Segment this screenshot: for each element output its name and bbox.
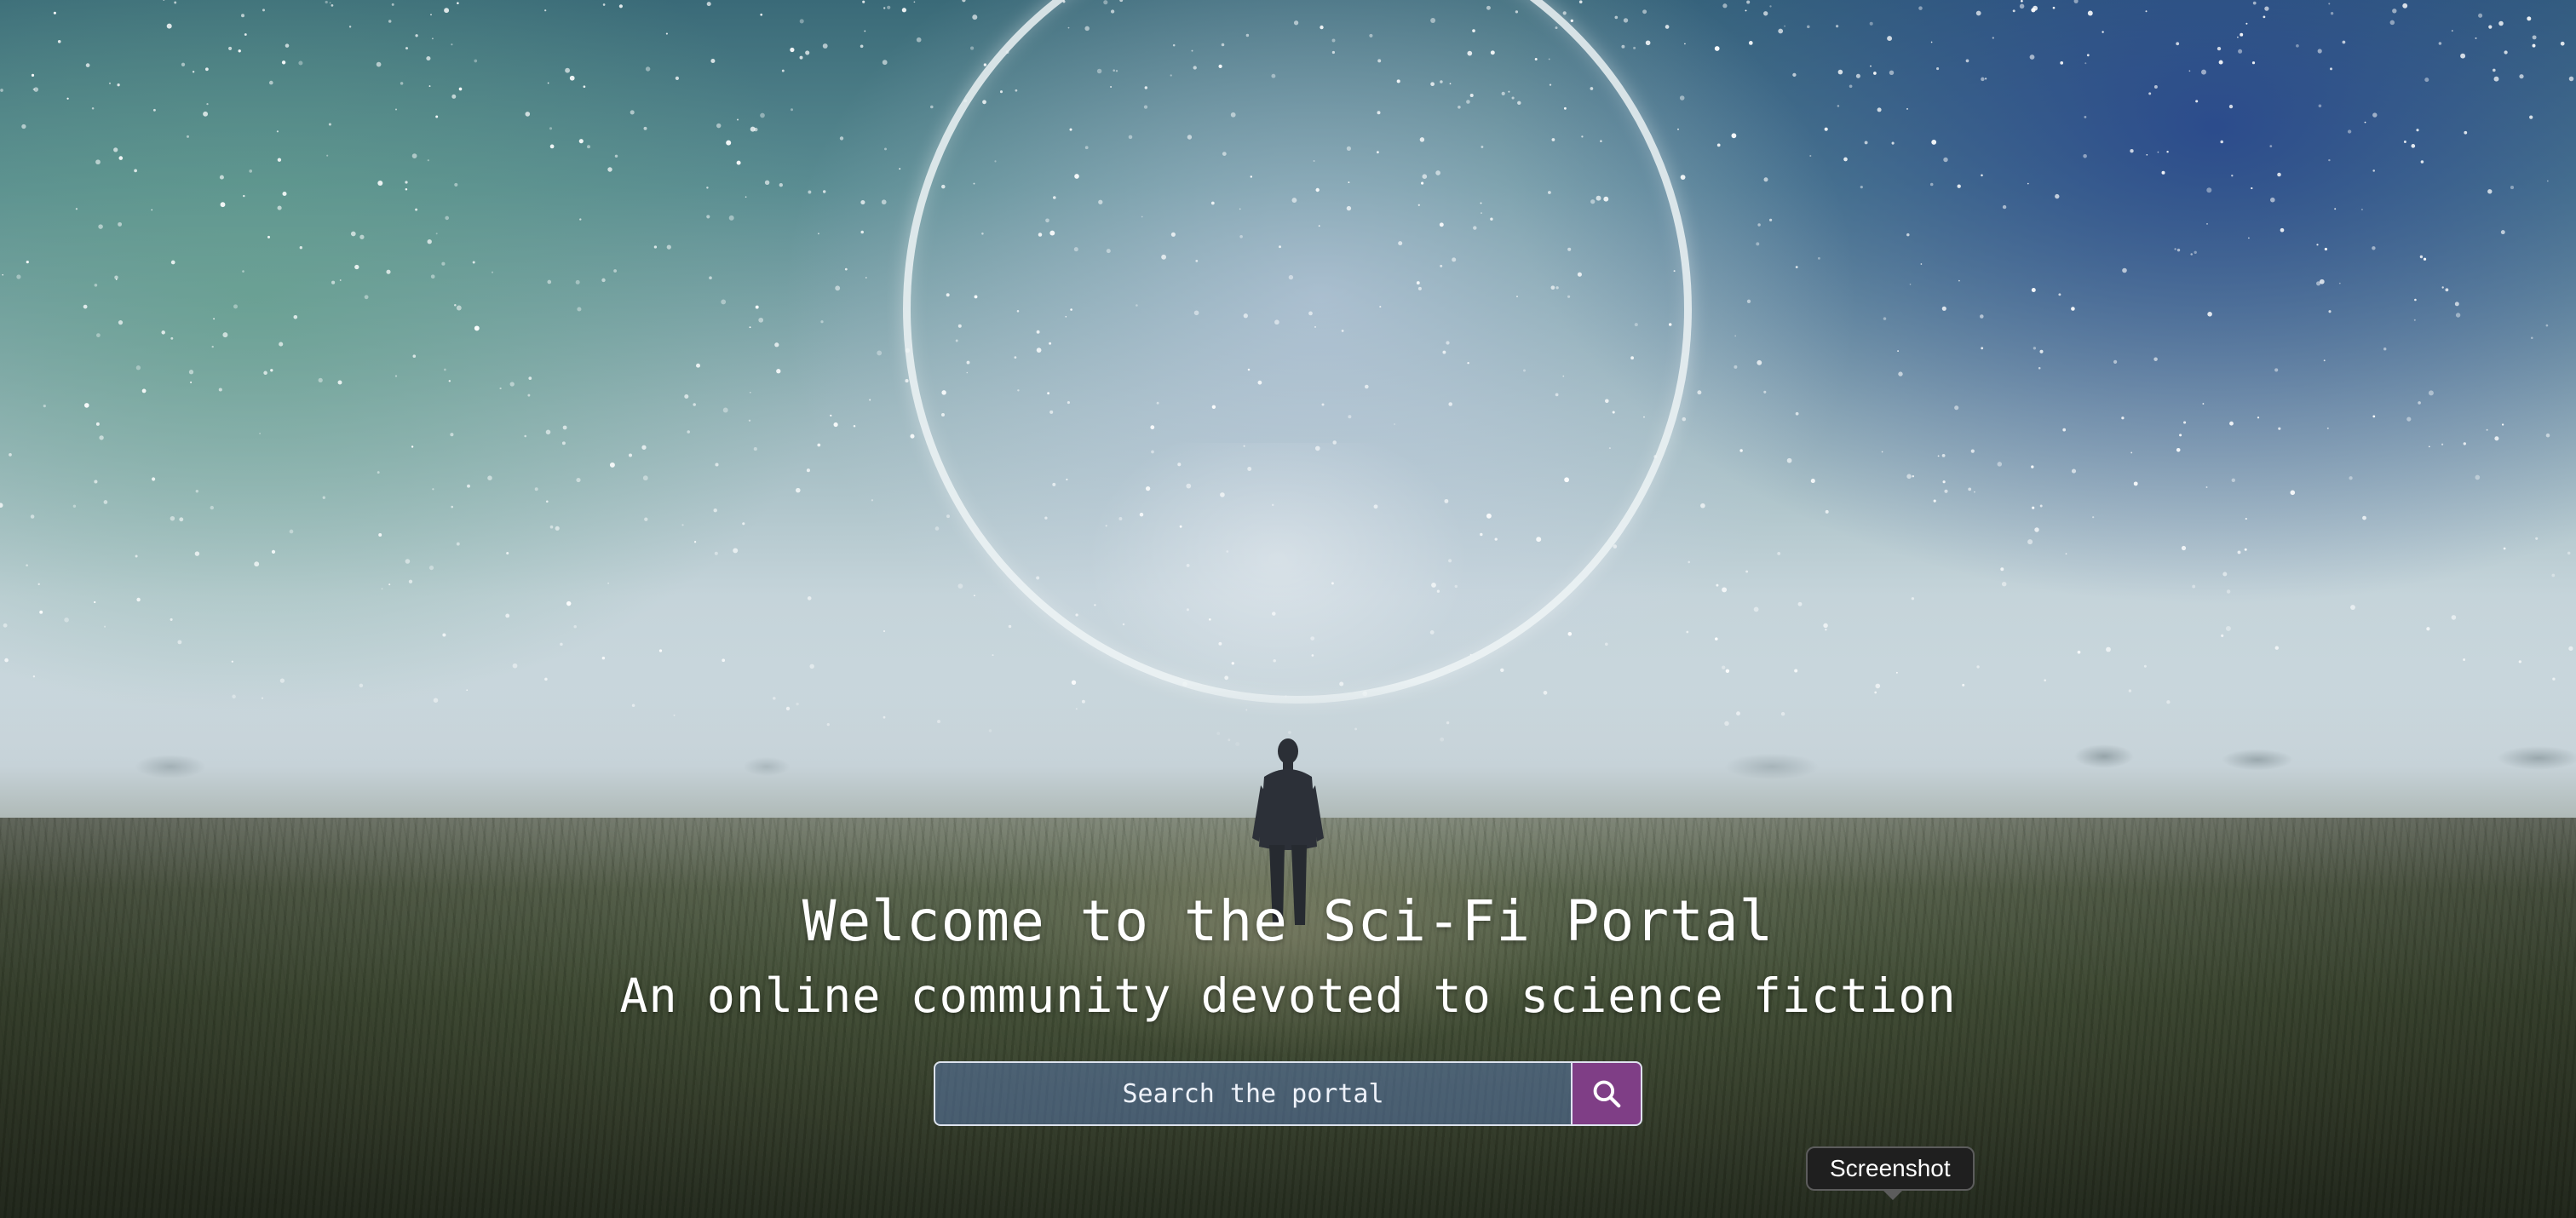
search-button[interactable]: [1571, 1061, 1642, 1126]
search-icon: [1593, 1080, 1621, 1108]
page-title: Welcome to the Sci-Fi Portal: [802, 888, 1774, 954]
search-input[interactable]: [934, 1061, 1571, 1126]
hero-content: Welcome to the Sci-Fi Portal An online c…: [0, 881, 2576, 1126]
page-subtitle: An online community devoted to science f…: [619, 968, 1957, 1023]
screenshot-tooltip: Screenshot: [1806, 1146, 1975, 1191]
search-form: [934, 1061, 1642, 1126]
tooltip-arrow: [1883, 1190, 1903, 1200]
